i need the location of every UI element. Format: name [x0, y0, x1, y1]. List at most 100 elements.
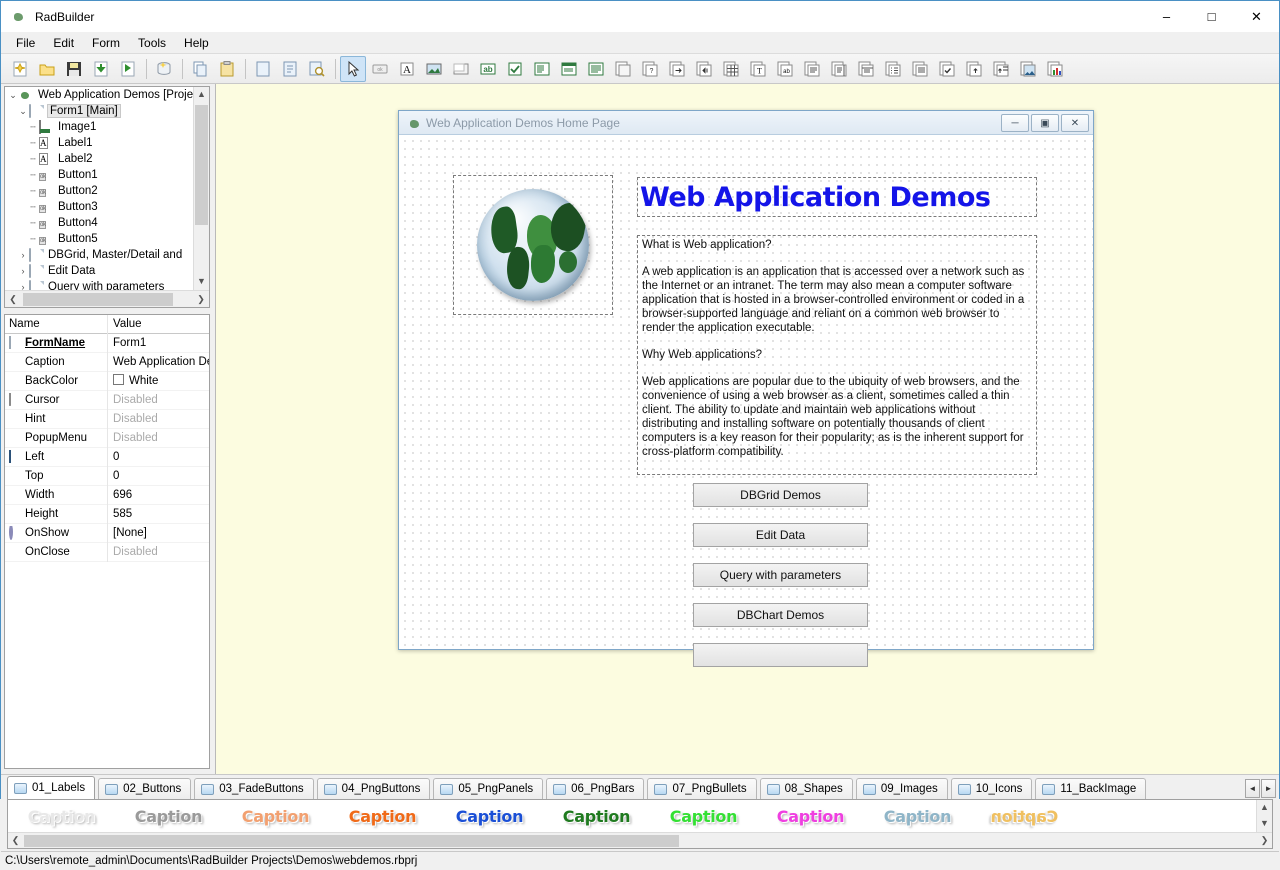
tree-horizontal-scrollbar[interactable]: ❮ ❯: [5, 290, 209, 307]
toolbar-panel-control-icon[interactable]: [448, 56, 474, 82]
property-value[interactable]: 0: [107, 447, 209, 467]
toolbar-memo-control-icon[interactable]: [583, 56, 609, 82]
tree-node-button4[interactable]: ┄ ok Button4: [5, 215, 194, 231]
property-value[interactable]: 585: [107, 504, 209, 524]
palette-tab-02_buttons[interactable]: 02_Buttons: [98, 778, 192, 799]
toolbar-open-project-icon[interactable]: [34, 56, 60, 82]
tree-node-label2[interactable]: ┄ A Label2: [5, 151, 194, 167]
toolbar-database-icon[interactable]: [151, 56, 177, 82]
toolbar-run-icon[interactable]: [115, 56, 141, 82]
tree-node-web-application-demos-proje[interactable]: ⌄ Web Application Demos [Proje: [5, 87, 194, 103]
palette-item-caption-8[interactable]: Caption: [757, 807, 864, 826]
design-image1[interactable]: [453, 175, 613, 315]
design-form-window[interactable]: Web Application Demos Home Page ─ ▣ ✕ We…: [398, 110, 1094, 667]
palette-item-caption-7[interactable]: Caption: [650, 807, 757, 826]
design-button4[interactable]: DBChart Demos: [693, 603, 868, 627]
chevron-down-icon[interactable]: ⌄: [17, 106, 29, 117]
toolbar-new-project-icon[interactable]: [7, 56, 33, 82]
toolbar-db-nav-icon[interactable]: [691, 56, 717, 82]
toolbar-db-navigator-icon[interactable]: [610, 56, 636, 82]
tree-scroll-up-icon[interactable]: ▲: [194, 87, 209, 103]
toolbar-dblistbox-icon[interactable]: [826, 56, 852, 82]
design-button1[interactable]: DBGrid Demos: [693, 483, 868, 507]
palette-tab-next-icon[interactable]: ►: [1261, 779, 1276, 798]
design-form-minimize-button[interactable]: ─: [1001, 114, 1029, 132]
tree-scroll-left-icon[interactable]: ❮: [5, 294, 21, 305]
property-row-hint[interactable]: Hint Disabled: [5, 409, 209, 429]
palette-item-caption-1[interactable]: Caption: [8, 807, 115, 826]
design-button2[interactable]: Edit Data: [693, 523, 868, 547]
palette-tab-06_pngbars[interactable]: 06_PngBars: [546, 778, 645, 799]
chevron-down-icon[interactable]: ⌄: [7, 90, 19, 101]
palette-tab-08_shapes[interactable]: 08_Shapes: [759, 778, 853, 799]
palette-panel[interactable]: Caption Caption Caption Caption Caption Capti…: [7, 799, 1273, 849]
chevron-right-icon[interactable]: ›: [17, 282, 29, 290]
palette-tab-09_images[interactable]: 09_Images: [855, 778, 948, 799]
toolbar-dbradio-icon[interactable]: [880, 56, 906, 82]
palette-tab-04_pngbuttons[interactable]: 04_PngButtons: [316, 778, 431, 799]
toolbar-dbexport-icon[interactable]: [988, 56, 1014, 82]
tree-node-button5[interactable]: ┄ ok Button5: [5, 231, 194, 247]
tree-node-dbgrid-master-detail-and[interactable]: › DBGrid, Master/Detail and: [5, 247, 194, 263]
toolbar-dbtext-icon[interactable]: T: [745, 56, 771, 82]
property-value[interactable]: Disabled: [107, 542, 209, 562]
close-button[interactable]: ✕: [1234, 1, 1279, 32]
chevron-right-icon[interactable]: ›: [17, 266, 29, 276]
palette-tab-03_fadebuttons[interactable]: 03_FadeButtons: [194, 778, 314, 799]
toolbar-db-query-icon[interactable]: ?: [637, 56, 663, 82]
palette-item-caption-4[interactable]: Caption: [329, 807, 436, 826]
toolbar-dbcheckbox-icon[interactable]: [934, 56, 960, 82]
toolbar-dbimage-icon[interactable]: [1015, 56, 1041, 82]
property-row-onshow[interactable]: OnShow [None]: [5, 523, 209, 543]
tree-scroll-right-icon[interactable]: ❯: [193, 294, 209, 305]
tree-vscroll-thumb[interactable]: [195, 105, 208, 225]
property-value[interactable]: Disabled: [107, 390, 209, 410]
design-button3[interactable]: Query with parameters: [693, 563, 868, 587]
design-form-close-button[interactable]: ✕: [1061, 114, 1089, 132]
tree-node-form1-main[interactable]: ⌄ Form1 [Main]: [5, 103, 194, 119]
toolbar-db-goto-icon[interactable]: [664, 56, 690, 82]
property-row-top[interactable]: Top 0: [5, 466, 209, 486]
maximize-button[interactable]: □: [1189, 1, 1234, 32]
toolbar-new-form-icon[interactable]: [250, 56, 276, 82]
palette-tab-prev-icon[interactable]: ◄: [1245, 779, 1260, 798]
toolbar-dbmemo-icon[interactable]: [799, 56, 825, 82]
palette-item-caption-9[interactable]: Caption: [864, 807, 971, 826]
design-button5[interactable]: [693, 643, 868, 667]
toolbar-combobox-control-icon[interactable]: [556, 56, 582, 82]
property-row-caption[interactable]: Caption Web Application Dem: [5, 352, 209, 372]
tree-vertical-scrollbar[interactable]: ▲ ▼: [193, 87, 209, 290]
property-row-onclose[interactable]: OnClose Disabled: [5, 542, 209, 562]
tree-node-button1[interactable]: ┄ ok Button1: [5, 167, 194, 183]
property-value[interactable]: Web Application Dem: [107, 352, 209, 372]
menu-item-file[interactable]: File: [7, 33, 44, 53]
project-tree[interactable]: ⌄ Web Application Demos [Proje ⌄ Form1 [Ma…: [4, 86, 210, 308]
toolbar-dbcombobox-icon[interactable]: [853, 56, 879, 82]
toolbar-import-icon[interactable]: [88, 56, 114, 82]
palette-tab-05_pngpanels[interactable]: 05_PngPanels: [433, 778, 544, 799]
toolbar-preview-icon[interactable]: [304, 56, 330, 82]
palette-item-caption-5[interactable]: Caption: [436, 807, 543, 826]
property-value[interactable]: Disabled: [107, 428, 209, 448]
design-surface[interactable]: Web Application Demos What is Web applic…: [399, 135, 1093, 667]
toolbar-button-control-icon[interactable]: ok: [367, 56, 393, 82]
tree-node-button2[interactable]: ┄ ok Button2: [5, 183, 194, 199]
tree-scroll-down-icon[interactable]: ▼: [194, 274, 209, 290]
toolbar-label-control-icon[interactable]: A: [394, 56, 420, 82]
palette-tab-10_icons[interactable]: 10_Icons: [950, 778, 1033, 799]
property-row-cursor[interactable]: Cursor Disabled: [5, 390, 209, 410]
property-value[interactable]: White: [107, 371, 209, 391]
toolbar-dbchart-icon[interactable]: [1042, 56, 1068, 82]
palette-tab-11_backimage[interactable]: 11_BackImage: [1035, 778, 1147, 799]
menu-item-tools[interactable]: Tools: [129, 33, 175, 53]
chevron-right-icon[interactable]: ›: [17, 250, 29, 260]
palette-item-caption-3[interactable]: Caption: [222, 807, 329, 826]
tree-hscroll-track[interactable]: [21, 291, 193, 307]
design-label1[interactable]: Web Application Demos: [637, 177, 1037, 217]
palette-hscroll-thumb[interactable]: [24, 834, 679, 847]
toolbar-edit-control-icon[interactable]: ab: [475, 56, 501, 82]
palette-scroll-left-icon[interactable]: ❮: [8, 835, 23, 846]
toolbar-dbupload-icon[interactable]: [961, 56, 987, 82]
design-form-maximize-button[interactable]: ▣: [1031, 114, 1059, 132]
toolbar-dbedit-icon[interactable]: ab: [772, 56, 798, 82]
